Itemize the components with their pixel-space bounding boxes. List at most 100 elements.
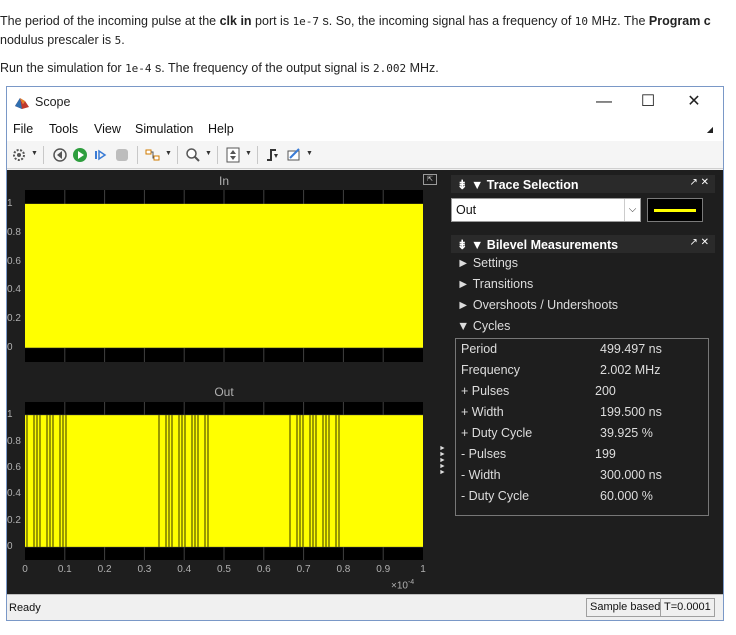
zoom-dropdown-icon[interactable]: ▼ (205, 150, 212, 157)
cycles-table: Period 499.497 ns Frequency 2.002 MHz + Pu… (455, 338, 709, 516)
menu-tools[interactable]: Tools (49, 122, 78, 136)
run-icon[interactable] (71, 146, 89, 164)
x-tick-label: 0.7 (296, 564, 311, 575)
close-button[interactable]: ✕ (679, 91, 709, 113)
doc-text-run: nodulus prescaler is (0, 33, 115, 47)
autoscale-icon[interactable] (224, 146, 242, 164)
doc-bold-port: clk in (219, 14, 252, 28)
chart-out-svg (25, 402, 423, 560)
doc-paragraph-1-cont: nodulus prescaler is 5. (0, 33, 736, 47)
measurements-icon[interactable] (285, 146, 303, 164)
toolbar: ▼ ▼ ▼ ▼ ▼ (7, 141, 723, 169)
trace-selection-header[interactable]: ⇟ ▼ Trace Selection ↗ ✕ (451, 175, 715, 193)
table-row: + Duty Cycle 39.925 % (456, 423, 710, 444)
x-tick-label: 0.1 (57, 564, 72, 575)
doc-text-run: port is (251, 14, 293, 28)
plot-area: ⇱ In Out ×10-4 ► ► ► ► ► 1 0.8 0.6 0.4 0.2 0 1 0.8 0… (7, 170, 447, 594)
toolbar-separator (43, 146, 44, 164)
toolbar-separator (217, 146, 218, 164)
menu-help[interactable]: Help (208, 122, 234, 136)
trace-selection-title-text: Trace Selection (486, 178, 579, 192)
toolbar-separator (177, 146, 178, 164)
autoscale-dropdown-icon[interactable]: ▼ (245, 150, 252, 157)
doc-text-run: MHz. (406, 61, 439, 75)
x-exponent-base: ×10 (391, 580, 408, 592)
window-title: Scope (35, 95, 71, 109)
row-label: Frequency (461, 363, 521, 377)
status-mode: Sample based (586, 598, 665, 617)
doc-bold-program: Program c (648, 14, 711, 28)
measurements-dropdown-icon[interactable]: ▼ (306, 150, 313, 157)
matlab-logo-icon (15, 96, 29, 110)
menu-simulation[interactable]: Simulation (135, 122, 193, 136)
status-time: T=0.0001 (660, 598, 715, 617)
doc-code: 10 (574, 15, 589, 28)
highlight-dropdown-icon[interactable]: ▼ (165, 150, 172, 157)
axes-in[interactable] (25, 190, 423, 362)
zoom-icon[interactable] (184, 146, 202, 164)
minimize-button[interactable]: — (589, 91, 619, 113)
doc-text-run: . (121, 33, 125, 47)
scope-window: Scope — ☐ ✕ File Tools View Simulation H… (6, 86, 724, 621)
step-forward-icon[interactable] (91, 146, 109, 164)
trace-line-swatch (647, 198, 703, 222)
row-label: Period (461, 342, 498, 356)
title-bar[interactable]: Scope — ☐ ✕ (7, 87, 723, 117)
trace-selection-title: ⇟ ▼ Trace Selection (457, 178, 579, 192)
row-value: 60.000 % (600, 489, 653, 503)
trace-select-dropdown[interactable]: Out ⌵ (451, 198, 641, 222)
y-tick-label: 0.4 (7, 488, 21, 500)
x-tick-label: 0.9 (376, 564, 391, 575)
trace-selection-controls[interactable]: ↗ ✕ (689, 177, 709, 188)
y-tick-label: 0.2 (7, 514, 21, 526)
trace-line-sample (654, 209, 696, 212)
gear-icon[interactable] (10, 146, 28, 164)
y-tick-label: 0.8 (7, 227, 21, 238)
table-row: Period 499.497 ns (456, 339, 710, 360)
y-tick-label: 1 (7, 409, 13, 421)
tree-overshoots[interactable]: ► Overshoots / Undershoots (457, 298, 618, 312)
row-value: 499.497 ns (600, 342, 662, 356)
bilevel-controls[interactable]: ↗ ✕ (689, 237, 709, 248)
row-value: 200 (595, 384, 616, 398)
tree-transitions[interactable]: ► Transitions (457, 277, 533, 291)
row-value: 2.002 MHz (600, 363, 661, 377)
row-value: 199 (595, 447, 616, 461)
settings-dropdown-icon[interactable]: ▼ (31, 150, 38, 157)
panel-splitter-icon[interactable]: ► ► ► ► ► (439, 445, 446, 476)
table-row: + Width 199.500 ns (456, 402, 710, 423)
step-back-icon[interactable] (51, 146, 69, 164)
row-label: - Duty Cycle (461, 489, 530, 503)
doc-code: 1e-4 (125, 62, 152, 75)
menu-file[interactable]: File (13, 122, 33, 136)
y-tick-label: 1 (7, 198, 13, 210)
x-exponent: ×10-4 (391, 579, 414, 591)
table-row: + Pulses 200 (456, 381, 710, 402)
status-text: Ready (9, 602, 41, 614)
chart-in-svg (25, 190, 423, 362)
x-tick-label: 0 (22, 564, 28, 575)
undock-icon[interactable]: ⇱ (423, 174, 437, 185)
tree-settings[interactable]: ► Settings (457, 256, 518, 270)
right-panel: ⇟ ▼ Trace Selection ↗ ✕ Out ⌵ ⇟ ▼ Bileve… (447, 170, 723, 594)
doc-text-run: MHz. The (588, 14, 649, 28)
y-tick-label: 0 (7, 341, 13, 353)
bilevel-title: ⇟ ▼ Bilevel Measurements (457, 238, 619, 252)
bilevel-header[interactable]: ⇟ ▼ Bilevel Measurements ↗ ✕ (451, 235, 715, 253)
out-signal-fill (25, 415, 423, 547)
status-bar: Ready Sample based T=0.0001 (7, 594, 723, 620)
axes-out[interactable] (25, 402, 423, 560)
doc-text-run: Run the simulation for (0, 61, 126, 75)
maximize-button[interactable]: ☐ (633, 91, 663, 113)
triggers-icon[interactable] (264, 146, 282, 164)
menu-bar: File Tools View Simulation Help ◢ (7, 117, 723, 141)
chevron-down-icon[interactable]: ⌵ (624, 199, 640, 221)
stop-icon[interactable] (113, 146, 131, 164)
menu-view[interactable]: View (94, 122, 121, 136)
menu-overflow-icon[interactable]: ◢ (707, 125, 713, 134)
tree-cycles[interactable]: ▼ Cycles (457, 319, 510, 333)
row-label: + Duty Cycle (461, 426, 533, 440)
highlight-simulink-icon[interactable] (144, 146, 162, 164)
y-tick-label: 0.8 (7, 435, 21, 447)
toolbar-separator (137, 146, 138, 164)
